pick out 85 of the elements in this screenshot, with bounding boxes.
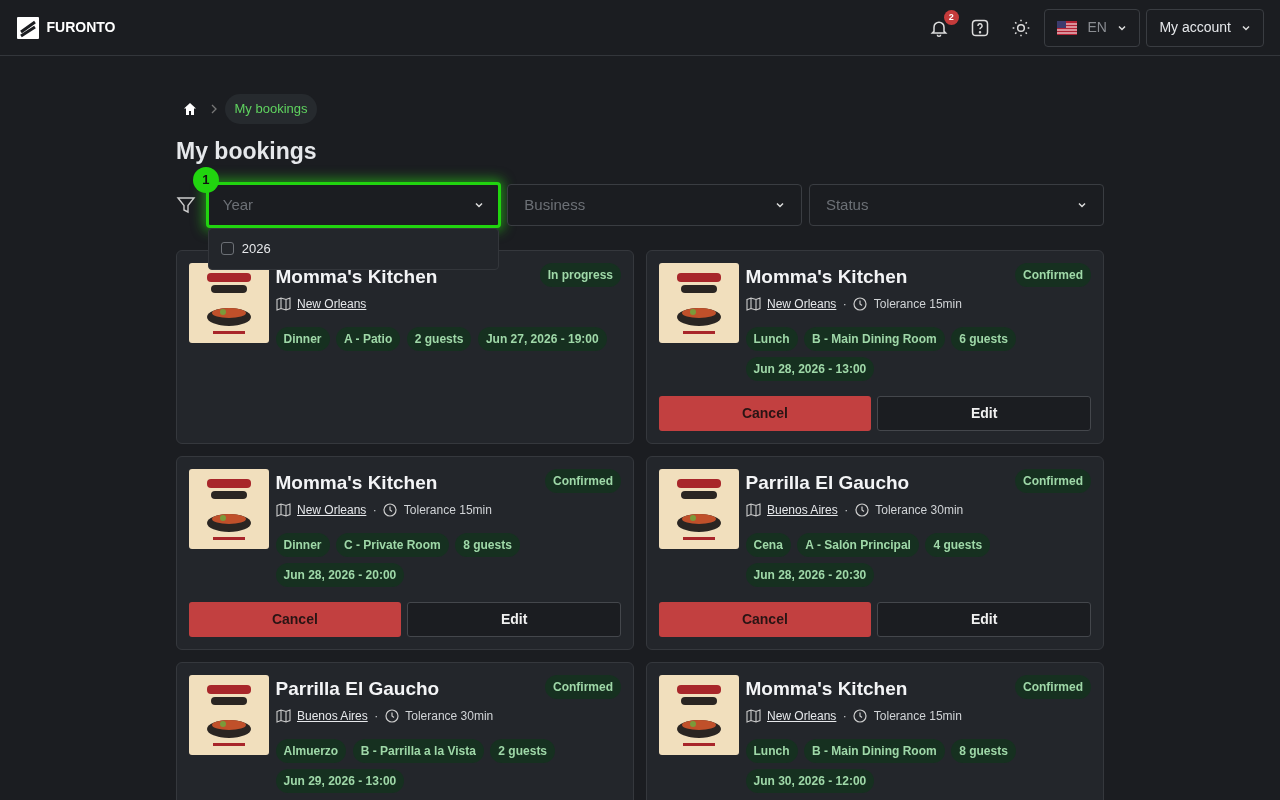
- map-icon: [745, 708, 761, 723]
- status-tag: Confirmed: [1015, 675, 1091, 699]
- status-tag: Confirmed: [1015, 469, 1091, 493]
- booking-tag: Jun 29, 2026 - 13:00: [275, 769, 405, 794]
- account-menu-button[interactable]: My account: [1146, 8, 1264, 47]
- booking-tag: B - Main Dining Room: [804, 738, 945, 763]
- separator-dot: ·: [844, 501, 849, 519]
- separator-dot: ·: [842, 295, 847, 313]
- status-tag: In progress: [539, 263, 621, 287]
- breadcrumb-current[interactable]: My bookings: [224, 94, 318, 124]
- city-link[interactable]: New Orleans: [297, 500, 367, 519]
- booking-tag: B - Main Dining Room: [804, 326, 945, 351]
- booking-tag: 6 guests: [951, 326, 1016, 351]
- chevron-icon: [1077, 200, 1087, 210]
- booking-tag: Almuerzo: [275, 738, 347, 763]
- booking-tag: Cena: [745, 532, 791, 557]
- status-tag: Confirmed: [545, 675, 621, 699]
- booking-tag: Jun 28, 2026 - 20:30: [745, 563, 875, 588]
- separator-dot: ·: [842, 707, 847, 725]
- dropdown-option[interactable]: 2026: [207, 228, 499, 270]
- help-icon: [969, 17, 990, 38]
- booking-tag: A - Salón Principal: [797, 532, 919, 557]
- edit-button[interactable]: Edit: [877, 602, 1091, 637]
- booking-tag: Dinner: [275, 326, 330, 351]
- brand-name[interactable]: FURONTO: [46, 17, 116, 38]
- filter-icon: [176, 195, 196, 215]
- sun-icon: [1010, 17, 1031, 38]
- booking-tag: Lunch: [745, 738, 798, 763]
- chevron-icon: [473, 200, 484, 210]
- tolerance-text: Tolerance 30min: [875, 501, 964, 519]
- page-title: My bookings: [176, 136, 318, 166]
- city-link[interactable]: Buenos Aires: [297, 706, 368, 725]
- booking-tag: B - Parrilla a la Vista: [352, 738, 484, 763]
- clock-icon: [853, 708, 868, 723]
- notification-count: 2: [943, 9, 959, 25]
- home-icon[interactable]: [182, 101, 197, 116]
- business-name: Momma's Kitchen: [275, 471, 438, 495]
- tolerance-text: Tolerance 15min: [873, 295, 962, 313]
- language-select[interactable]: EN: [1044, 8, 1140, 47]
- edit-button[interactable]: Edit: [407, 602, 621, 637]
- tolerance-text: Tolerance 15min: [873, 707, 962, 725]
- city-link[interactable]: New Orleans: [767, 706, 837, 725]
- business-name: Parrilla El Gaucho: [745, 471, 910, 495]
- clock-icon: [854, 502, 869, 517]
- logo-icon: [16, 15, 40, 40]
- business-name: Momma's Kitchen: [745, 265, 908, 289]
- city-link[interactable]: New Orleans: [297, 294, 367, 313]
- flag-icon: [1057, 20, 1078, 35]
- clock-icon: [853, 296, 868, 311]
- status-tag: Confirmed: [1015, 263, 1091, 287]
- booking-tag: 4 guests: [925, 532, 991, 557]
- map-icon: [275, 296, 291, 311]
- booking-tag: Jun 27, 2026 - 19:00: [477, 326, 607, 351]
- booking-tag: Jun 28, 2026 - 13:00: [745, 357, 875, 382]
- option-label: 2026: [241, 240, 271, 258]
- separator-dot: ·: [372, 501, 377, 519]
- map-icon: [745, 502, 761, 517]
- business-name: Momma's Kitchen: [745, 677, 908, 701]
- booking-tag: 8 guests: [455, 532, 520, 557]
- edit-button[interactable]: Edit: [877, 396, 1091, 431]
- checkbox[interactable]: [220, 242, 234, 256]
- booking-tag: Dinner: [275, 532, 330, 557]
- booking-tag: Lunch: [745, 326, 798, 351]
- booking-tag: A - Patio: [336, 326, 401, 351]
- city-link[interactable]: Buenos Aires: [767, 500, 838, 519]
- map-icon: [745, 296, 761, 311]
- chevron-right-icon: [209, 103, 218, 114]
- business-name: Parrilla El Gaucho: [275, 677, 440, 701]
- clock-icon: [383, 502, 398, 517]
- booking-tag: Jun 30, 2026 - 12:00: [745, 769, 875, 794]
- booking-tag: 8 guests: [951, 738, 1016, 763]
- map-icon: [275, 502, 291, 517]
- status-tag: Confirmed: [545, 469, 621, 493]
- separator-dot: ·: [374, 707, 379, 725]
- city-link[interactable]: New Orleans: [767, 294, 837, 313]
- tolerance-text: Tolerance 30min: [405, 707, 494, 725]
- booking-tag: 2 guests: [406, 326, 472, 351]
- step-marker: 1: [192, 167, 219, 193]
- booking-tag: C - Private Room: [336, 532, 449, 557]
- chevron-icon: [775, 200, 786, 210]
- tolerance-text: Tolerance 15min: [403, 501, 492, 519]
- booking-tag: Jun 28, 2026 - 20:00: [275, 563, 405, 588]
- booking-tag: 2 guests: [490, 738, 556, 763]
- map-icon: [275, 708, 291, 723]
- clock-icon: [384, 708, 399, 723]
